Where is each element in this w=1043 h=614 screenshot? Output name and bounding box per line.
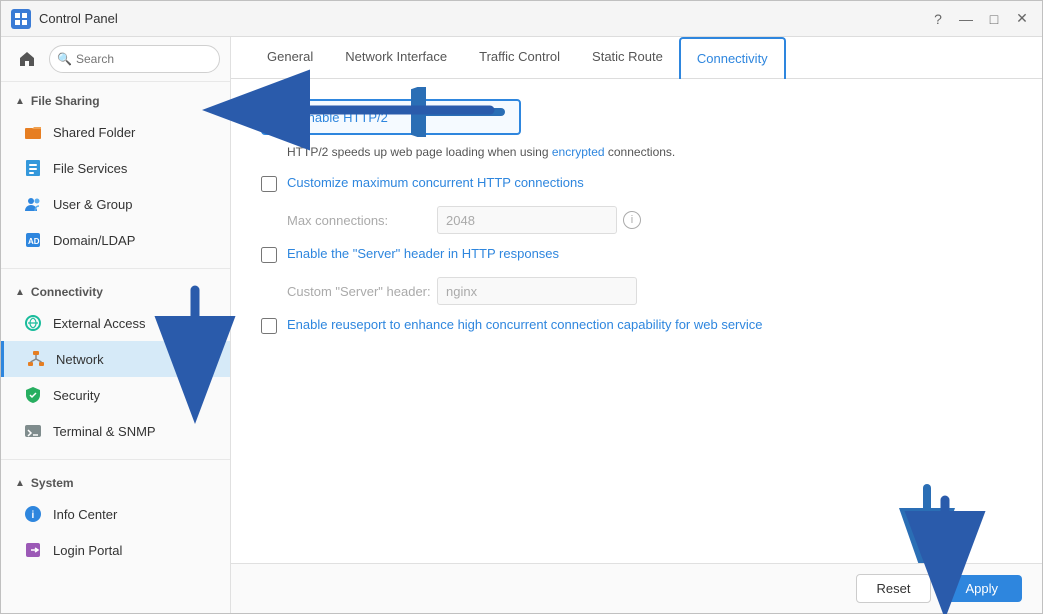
section-file-sharing: ▲ File Sharing Shared Folder File Servic… (1, 82, 230, 264)
sidebar-item-domain-ldap[interactable]: AD Domain/LDAP (1, 222, 230, 258)
domain-icon: AD (23, 230, 43, 250)
enable-http2-checkbox[interactable] (273, 109, 289, 125)
sidebar-item-label-security: Security (53, 388, 100, 403)
window: Control Panel ? — □ ✕ 🔍 (0, 0, 1043, 614)
close-button[interactable]: ✕ (1012, 9, 1032, 29)
section-label-file-sharing: File Sharing (31, 94, 100, 108)
window-title: Control Panel (39, 11, 928, 26)
search-input[interactable] (49, 45, 220, 73)
sidebar-item-file-services[interactable]: File Services (1, 150, 230, 186)
sidebar-item-info-center[interactable]: i Info Center (1, 496, 230, 532)
sidebar-item-label-login-portal: Login Portal (53, 543, 122, 558)
sidebar-item-label-file-services: File Services (53, 161, 127, 176)
option-max-connections-row: Customize maximum concurrent HTTP connec… (261, 175, 1012, 192)
home-button[interactable] (11, 43, 43, 75)
sidebar-item-label-terminal-snmp: Terminal & SNMP (53, 424, 156, 439)
caret-icon-connectivity: ▲ (15, 287, 25, 298)
section-header-system[interactable]: ▲ System (1, 470, 230, 496)
option-reuseport-row: Enable reuseport to enhance high concurr… (261, 317, 1012, 334)
reuseport-label: Enable reuseport to enhance high concurr… (287, 317, 763, 332)
reuseport-checkbox[interactable] (261, 318, 277, 334)
maximize-button[interactable]: □ (984, 9, 1004, 29)
sidebar-item-network[interactable]: Network (1, 341, 230, 377)
max-connections-label: Customize maximum concurrent HTTP connec… (287, 175, 584, 190)
network-icon (26, 349, 46, 369)
terminal-icon (23, 421, 43, 441)
server-header-sub-label: Custom "Server" header: (287, 284, 437, 299)
info-icon-connections[interactable]: i (623, 211, 641, 229)
sidebar-item-label-info-center: Info Center (53, 507, 117, 522)
section-connectivity: ▲ Connectivity External Access Network (1, 273, 230, 455)
minimize-button[interactable]: — (956, 9, 976, 29)
section-system: ▲ System i Info Center Login Portal (1, 464, 230, 574)
sidebar-item-label-user-group: User & Group (53, 197, 132, 212)
tab-static-route[interactable]: Static Route (576, 37, 679, 78)
tab-connectivity[interactable]: Connectivity (679, 37, 786, 79)
external-access-icon (23, 313, 43, 333)
window-controls: ? — □ ✕ (928, 9, 1032, 29)
enable-http2-label: Enable HTTP/2 (299, 110, 388, 125)
max-connections-checkbox[interactable] (261, 176, 277, 192)
sidebar-item-external-access[interactable]: External Access (1, 305, 230, 341)
server-header-checkbox[interactable] (261, 247, 277, 263)
search-icon: 🔍 (57, 52, 72, 66)
sidebar-item-label-shared-folder: Shared Folder (53, 125, 135, 140)
sidebar-item-security[interactable]: Security (1, 377, 230, 413)
sidebar-item-label-network: Network (56, 352, 104, 367)
tab-general[interactable]: General (251, 37, 329, 78)
sidebar-item-user-group[interactable]: User & Group (1, 186, 230, 222)
file-services-icon (23, 158, 43, 178)
tab-bar: General Network Interface Traffic Contro… (231, 37, 1042, 79)
app-icon (11, 9, 31, 29)
sidebar-item-terminal-snmp[interactable]: Terminal & SNMP (1, 413, 230, 449)
help-button[interactable]: ? (928, 9, 948, 29)
title-bar: Control Panel ? — □ ✕ (1, 1, 1042, 37)
section-label-connectivity: Connectivity (31, 285, 103, 299)
user-group-icon (23, 194, 43, 214)
reset-button[interactable]: Reset (856, 574, 932, 603)
max-connections-sub-label: Max connections: (287, 213, 437, 228)
section-header-file-sharing[interactable]: ▲ File Sharing (1, 88, 230, 114)
settings-panel: Enable HTTP/2 HTTP/2 speeds up web page … (231, 79, 1042, 563)
option-server-header-row: Enable the "Server" header in HTTP respo… (261, 246, 1012, 263)
folder-icon (23, 122, 43, 142)
server-header-label: Enable the "Server" header in HTTP respo… (287, 246, 559, 261)
http2-description: HTTP/2 speeds up web page loading when u… (287, 145, 1012, 159)
sidebar-item-shared-folder[interactable]: Shared Folder (1, 114, 230, 150)
main-layout: 🔍 ▲ File Sharing Shared Folder (1, 37, 1042, 613)
svg-text:AD: AD (28, 237, 40, 246)
login-icon (23, 540, 43, 560)
section-header-connectivity[interactable]: ▲ Connectivity (1, 279, 230, 305)
sidebar-item-label-external-access: External Access (53, 316, 146, 331)
sidebar: 🔍 ▲ File Sharing Shared Folder (1, 37, 231, 613)
apply-button[interactable]: Apply (941, 575, 1022, 602)
section-label-system: System (31, 476, 74, 490)
svg-text:i: i (32, 510, 35, 521)
caret-icon: ▲ (15, 96, 25, 107)
max-connections-input[interactable] (437, 206, 617, 234)
security-icon (23, 385, 43, 405)
sidebar-item-login-portal[interactable]: Login Portal (1, 532, 230, 568)
server-header-input[interactable] (437, 277, 637, 305)
tab-traffic-control[interactable]: Traffic Control (463, 37, 576, 78)
tab-network-interface[interactable]: Network Interface (329, 37, 463, 78)
sidebar-item-label-domain-ldap: Domain/LDAP (53, 233, 135, 248)
info-icon: i (23, 504, 43, 524)
caret-icon-system: ▲ (15, 478, 25, 489)
footer: Reset Apply (231, 563, 1042, 613)
content-area: General Network Interface Traffic Contro… (231, 37, 1042, 613)
